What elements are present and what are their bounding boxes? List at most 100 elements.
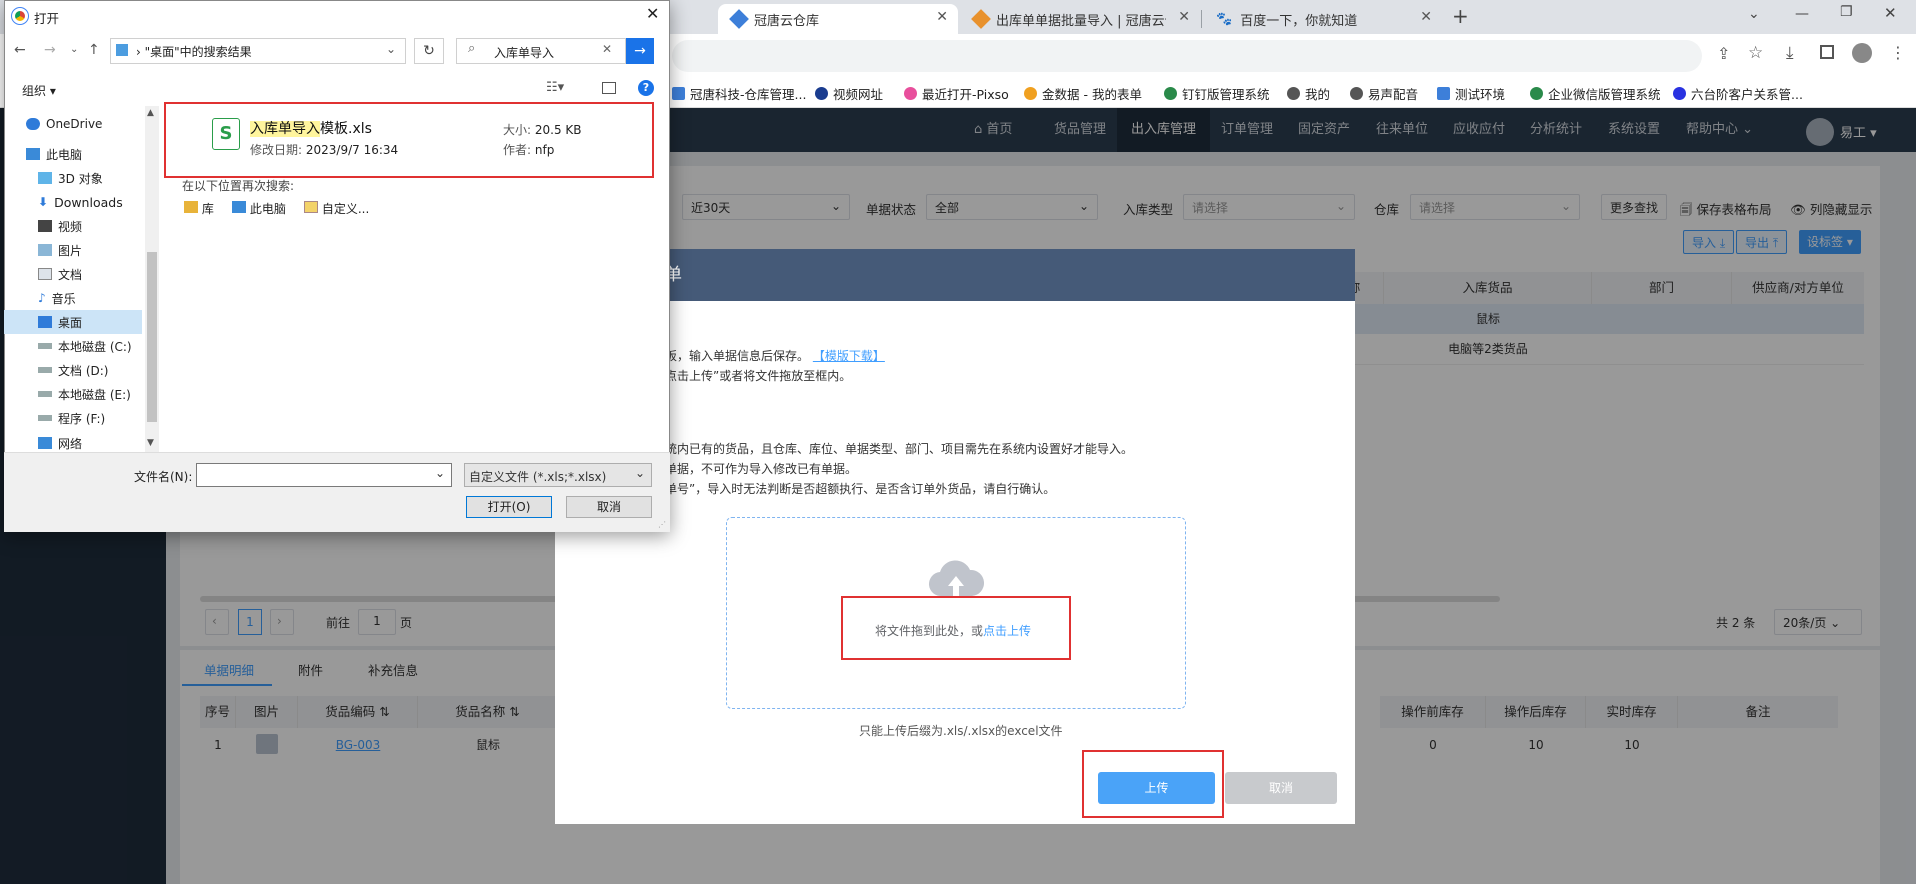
new-tab-button[interactable]: + xyxy=(1452,4,1469,28)
nav-desktop[interactable]: 桌面 xyxy=(4,310,142,334)
back-arrow-icon[interactable]: ← xyxy=(14,42,26,58)
profile-avatar-icon[interactable] xyxy=(1852,43,1872,63)
chrome-icon xyxy=(11,7,29,25)
video-icon xyxy=(38,220,52,232)
tab-baidu[interactable]: 🐾 百度一下，你就知道 ✕ xyxy=(1202,4,1442,34)
restore-icon[interactable]: ❐ xyxy=(1840,4,1853,20)
guantang-logo-icon xyxy=(971,9,991,29)
nav-this-pc[interactable]: 此电脑 xyxy=(12,142,142,166)
nav-music[interactable]: ♪ 音乐 xyxy=(12,286,142,310)
search-custom[interactable]: 自定义... xyxy=(304,200,369,217)
preview-pane-icon[interactable] xyxy=(602,82,616,94)
scroll-up-icon[interactable]: ▲ xyxy=(147,108,154,118)
drop-zone-text[interactable]: 将文件拖到此处，或点击上传 xyxy=(875,622,1031,639)
scrollbar-thumb[interactable] xyxy=(147,252,157,422)
nav-drive-d[interactable]: 文档 (D:) xyxy=(12,358,142,382)
bookmark-icon xyxy=(1024,87,1037,100)
upload-hint: 只能上传后缀为.xls/.xlsx的excel文件 xyxy=(859,724,1063,738)
bookmark-item[interactable]: 最近打开-Pixso xyxy=(904,84,1009,103)
refresh-icon[interactable]: ↻ xyxy=(414,38,444,64)
bookmark-icon xyxy=(815,87,828,100)
music-icon: ♪ xyxy=(38,291,46,305)
scroll-down-icon[interactable]: ▼ xyxy=(147,438,154,448)
organize-menu[interactable]: 组织 ▾ xyxy=(22,82,56,99)
drive-icon xyxy=(38,415,52,421)
open-button[interactable]: 打开(O) xyxy=(466,496,552,518)
clear-search-icon[interactable]: ✕ xyxy=(602,42,612,56)
nav-drive-f[interactable]: 程序 (F:) xyxy=(12,406,142,430)
custom-folder-icon xyxy=(304,201,318,213)
forward-arrow-icon[interactable]: → xyxy=(44,42,56,58)
modal-note: 统内已有的货品，且仓库、库位、单据类型、部门、项目需先在系统内设置好才能导入。 xyxy=(665,442,1134,456)
bookmark-icon xyxy=(1164,87,1177,100)
tab-guantang-warehouse[interactable]: 冠唐云仓库 ✕ xyxy=(718,4,958,34)
bookmark-item[interactable]: 金数据 - 我的表单 xyxy=(1024,84,1142,103)
nav-pictures[interactable]: 图片 xyxy=(12,238,142,262)
nav-3d-objects[interactable]: 3D 对象 xyxy=(12,166,142,190)
bookmark-item[interactable]: 企业微信版管理系统 xyxy=(1530,84,1661,103)
close-icon[interactable]: ✕ xyxy=(936,9,948,25)
tab-search-chevron-icon[interactable]: ⌄ xyxy=(1748,6,1760,22)
file-type-select[interactable]: 自定义文件 (*.xls;*.xlsx) ⌄ xyxy=(464,463,652,487)
click-upload-link[interactable]: 点击上传 xyxy=(983,624,1031,638)
bookmark-item[interactable]: 六台阶客户关系管... xyxy=(1673,84,1803,103)
search-in-this-pc[interactable]: 此电脑 xyxy=(232,200,286,217)
cancel-button[interactable]: 取消 xyxy=(1225,772,1337,804)
side-panel-icon[interactable] xyxy=(1820,45,1834,59)
template-download-link[interactable]: 【模版下载】 xyxy=(813,349,885,363)
nav-onedrive[interactable]: OneDrive xyxy=(12,112,142,136)
folder-icon xyxy=(116,44,128,56)
file-item[interactable] xyxy=(176,112,656,162)
resize-grip-icon[interactable]: ⋰ xyxy=(658,520,666,529)
address-bar[interactable] xyxy=(672,40,1702,72)
minimize-icon[interactable]: — xyxy=(1795,6,1809,22)
nav-network[interactable]: 网络 xyxy=(12,436,142,450)
share-icon[interactable]: ⇪ xyxy=(1717,44,1730,63)
bookmark-item[interactable]: 冠唐科技-仓库管理... xyxy=(672,84,806,103)
modal-instruction: 板，输入单据信息后保存。 【模版下载】 xyxy=(665,349,885,363)
modal-note: 单号”，导入时无法判断是否超额执行、是否含订单外货品，请自行确认。 xyxy=(665,482,1056,496)
modal-title: 单 xyxy=(555,249,1355,301)
bookmark-icon xyxy=(1350,87,1363,100)
up-arrow-icon[interactable]: ↑ xyxy=(88,42,100,58)
download-icon[interactable]: ⤓ xyxy=(1786,43,1794,63)
search-input[interactable]: 入库单导入 xyxy=(494,44,554,61)
bookmark-item[interactable]: 易声配音 xyxy=(1350,84,1418,103)
filename-input[interactable]: ⌄ xyxy=(196,463,452,487)
upload-button[interactable]: 上传 xyxy=(1098,772,1215,804)
nav-drive-c[interactable]: 本地磁盘 (C:) xyxy=(12,334,142,358)
help-icon[interactable]: ? xyxy=(638,80,654,96)
nav-drive-e[interactable]: 本地磁盘 (E:) xyxy=(12,382,142,406)
bookmark-icon xyxy=(672,87,685,100)
view-options-icon[interactable]: ☷▾ xyxy=(546,80,564,95)
bookmark-star-icon[interactable]: ☆ xyxy=(1748,43,1763,63)
bookmark-icon xyxy=(1287,87,1300,100)
library-icon xyxy=(184,201,198,213)
close-icon[interactable]: ✕ xyxy=(1178,9,1190,25)
recent-chevron-icon[interactable]: ⌄ xyxy=(70,44,78,55)
file-modified: 修改日期: 2023/9/7 16:34 xyxy=(250,143,399,157)
bookmark-icon xyxy=(1530,87,1543,100)
nav-videos[interactable]: 视频 xyxy=(12,214,142,238)
close-icon[interactable]: ✕ xyxy=(1420,9,1432,25)
bookmark-item[interactable]: 钉钉版管理系统 xyxy=(1164,84,1270,103)
chevron-down-icon[interactable]: ⌄ xyxy=(386,42,396,56)
window-close-icon[interactable]: ✕ xyxy=(1884,4,1897,22)
spreadsheet-file-icon: S xyxy=(212,118,240,150)
dialog-title: 打开 xyxy=(34,11,60,26)
search-go-button[interactable]: → xyxy=(626,38,654,64)
dialog-close-icon[interactable]: ✕ xyxy=(646,4,659,23)
dialog-cancel-button[interactable]: 取消 xyxy=(566,496,652,518)
search-in-library[interactable]: 库 xyxy=(184,200,214,217)
computer-icon xyxy=(232,201,246,213)
picture-icon xyxy=(38,244,52,256)
bookmark-item[interactable]: 测试环境 xyxy=(1437,84,1505,103)
bookmark-icon xyxy=(1437,87,1450,100)
bookmark-item[interactable]: 我的 xyxy=(1287,84,1330,103)
cube-icon xyxy=(38,172,52,184)
bookmark-item[interactable]: 视频网址 xyxy=(815,84,883,103)
nav-documents[interactable]: 文档 xyxy=(12,262,142,286)
tab-outbound-import[interactable]: 出库单单据批量导入 | 冠唐云仓 ✕ xyxy=(960,4,1200,34)
more-menu-icon[interactable]: ⋮ xyxy=(1890,43,1906,62)
nav-downloads[interactable]: ⬇ Downloads xyxy=(12,190,142,214)
